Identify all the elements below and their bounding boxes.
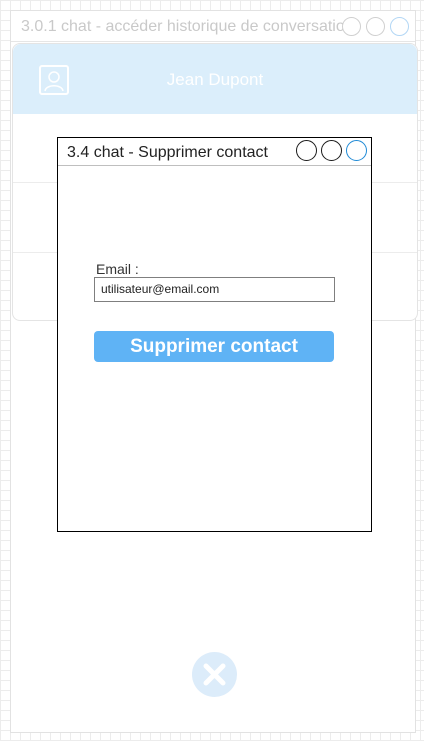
chat-header: Jean Dupont <box>13 44 417 114</box>
delete-contact-dialog: 3.4 chat - Supprimer contact Email : uti… <box>57 137 372 532</box>
titlebar-divider <box>11 41 415 42</box>
window-control-1[interactable] <box>342 17 361 36</box>
close-icon <box>203 663 226 686</box>
close-button[interactable] <box>192 652 237 697</box>
email-field[interactable]: utilisateur@email.com <box>94 277 335 302</box>
background-window-title: 3.0.1 chat - accéder historique de conve… <box>21 18 354 35</box>
dialog-title: 3.4 chat - Supprimer contact <box>67 144 268 161</box>
dialog-control-3[interactable] <box>346 140 367 161</box>
contact-name: Jean Dupont <box>166 70 264 89</box>
email-label: Email : <box>96 261 139 277</box>
window-control-3[interactable] <box>390 17 409 36</box>
window-control-2[interactable] <box>366 17 385 36</box>
dialog-control-2[interactable] <box>321 140 342 161</box>
delete-contact-button[interactable]: Supprimer contact <box>94 331 334 362</box>
dialog-titlebar-divider <box>58 165 371 166</box>
dialog-control-1[interactable] <box>296 140 317 161</box>
